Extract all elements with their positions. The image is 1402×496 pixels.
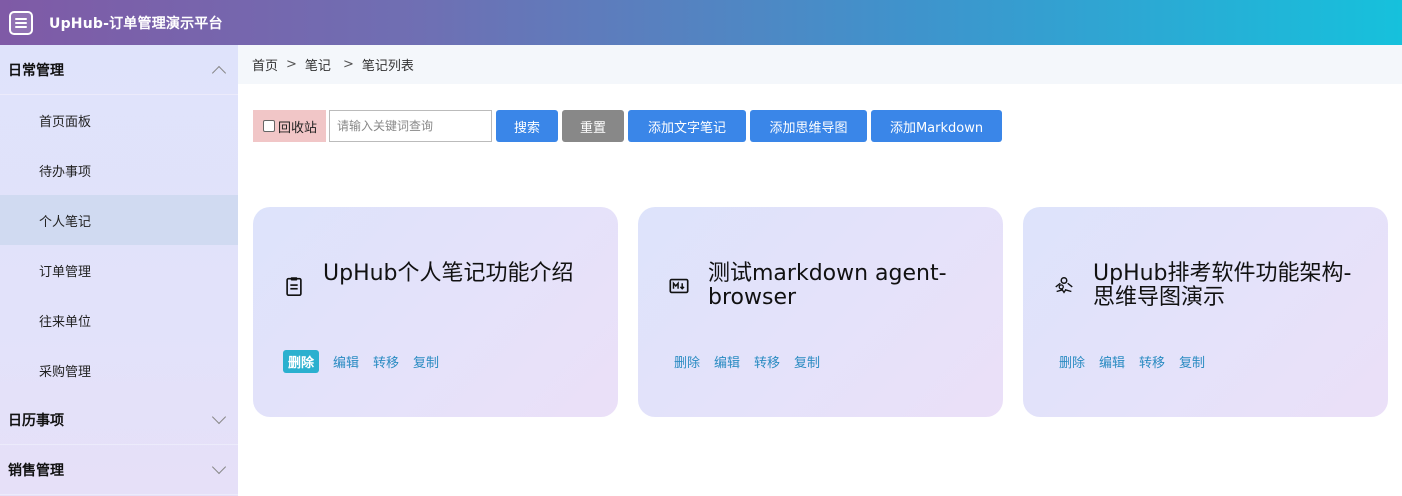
recycle-label: 回收站 (278, 120, 318, 136)
edit-button[interactable]: 编辑 (1099, 350, 1125, 373)
chevron-down-icon (211, 459, 227, 474)
breadcrumb: 首页 > 笔记 > 笔记列表 (238, 45, 1402, 84)
note-actions: 删除 编辑 转移 复制 (674, 350, 834, 373)
list-doc-icon (9, 10, 33, 35)
main-content: 首页 > 笔记 > 笔记列表 回收站 搜索 重置 添加文字笔记 添加思维导图 添… (238, 45, 1402, 496)
sidebar-item-todo[interactable]: 待办事项 (0, 145, 238, 195)
chevron-down-icon (211, 409, 227, 424)
markdown-icon (669, 278, 689, 294)
copy-button[interactable]: 复制 (413, 350, 439, 373)
sidebar-item-label: 首页面板 (39, 114, 92, 130)
sidebar-item-notes[interactable]: 个人笔记 (0, 195, 238, 245)
clipboard-note-icon (286, 277, 302, 296)
breadcrumb-notes[interactable]: 笔记 (305, 55, 331, 74)
note-title[interactable]: UpHub个人笔记功能介绍 (323, 262, 588, 286)
sidebar-group-daily[interactable]: 日常管理 (0, 45, 238, 95)
note-actions: 删除 编辑 转移 复制 (1059, 350, 1219, 373)
edit-button[interactable]: 编辑 (333, 350, 359, 373)
search-input[interactable] (329, 110, 493, 142)
add-mindmap-button[interactable]: 添加思维导图 (750, 110, 868, 142)
delete-button[interactable]: 删除 (1059, 350, 1085, 373)
note-title[interactable]: 测试markdown agent-browser (708, 262, 973, 310)
recycle-checkbox[interactable] (263, 120, 275, 132)
search-button[interactable]: 搜索 (496, 110, 559, 142)
sidebar-item-label: 采购管理 (39, 364, 92, 380)
breadcrumb-note-list: 笔记列表 (361, 59, 414, 74)
sidebar-item-label: 待办事项 (39, 164, 92, 180)
sidebar-group-label: 销售管理 (8, 462, 64, 479)
note-title[interactable]: UpHub排考软件功能架构-思维导图演示 (1093, 262, 1358, 310)
note-card[interactable]: UpHub个人笔记功能介绍 删除 编辑 转移 复制 (253, 207, 618, 417)
chevron-up-icon (211, 65, 227, 80)
reset-button[interactable]: 重置 (562, 110, 625, 142)
mindmap-icon (1055, 277, 1073, 294)
sidebar-item-orders[interactable]: 订单管理 (0, 245, 238, 295)
top-bar: UpHub-订单管理演示平台 (0, 0, 1402, 45)
sidebar-item-label: 往来单位 (39, 314, 92, 330)
breadcrumb-separator: > (342, 57, 354, 72)
sidebar-group-label: 日常管理 (8, 62, 64, 79)
sidebar-group-label: 日历事项 (8, 412, 64, 429)
delete-button[interactable]: 删除 (283, 350, 320, 373)
note-card[interactable]: 测试markdown agent-browser 删除 编辑 转移 复制 (638, 207, 1003, 417)
note-actions: 删除 编辑 转移 复制 (283, 350, 453, 373)
edit-button[interactable]: 编辑 (714, 350, 740, 373)
move-button[interactable]: 转移 (754, 350, 780, 373)
add-text-note-button[interactable]: 添加文字笔记 (628, 110, 747, 142)
recycle-bin-toggle[interactable]: 回收站 (253, 110, 327, 142)
copy-button[interactable]: 复制 (1179, 350, 1205, 373)
sidebar-item-label: 个人笔记 (39, 214, 92, 230)
toolbar: 回收站 搜索 重置 添加文字笔记 添加思维导图 添加Markdown (253, 110, 1003, 142)
move-button[interactable]: 转移 (1139, 350, 1165, 373)
sidebar-item-dashboard[interactable]: 首页面板 (0, 95, 238, 145)
add-markdown-button[interactable]: 添加Markdown (871, 110, 1003, 142)
breadcrumb-home[interactable]: 首页 (252, 55, 278, 74)
breadcrumb-separator: > (286, 57, 297, 72)
app-title: UpHub-订单管理演示平台 (49, 15, 223, 32)
move-button[interactable]: 转移 (373, 350, 399, 373)
sidebar: 日常管理 首页面板 待办事项 个人笔记 订单管理 往来单位 采购管理 日历事项 … (0, 45, 238, 496)
sidebar-group-calendar[interactable]: 日历事项 (0, 395, 238, 445)
sidebar-item-purchase[interactable]: 采购管理 (0, 345, 238, 395)
note-card[interactable]: UpHub排考软件功能架构-思维导图演示 删除 编辑 转移 复制 (1023, 207, 1388, 417)
sidebar-item-label: 订单管理 (39, 264, 92, 280)
sidebar-group-sales[interactable]: 销售管理 (0, 445, 238, 495)
sidebar-item-partners[interactable]: 往来单位 (0, 295, 238, 345)
copy-button[interactable]: 复制 (794, 350, 820, 373)
delete-button[interactable]: 删除 (674, 350, 700, 373)
